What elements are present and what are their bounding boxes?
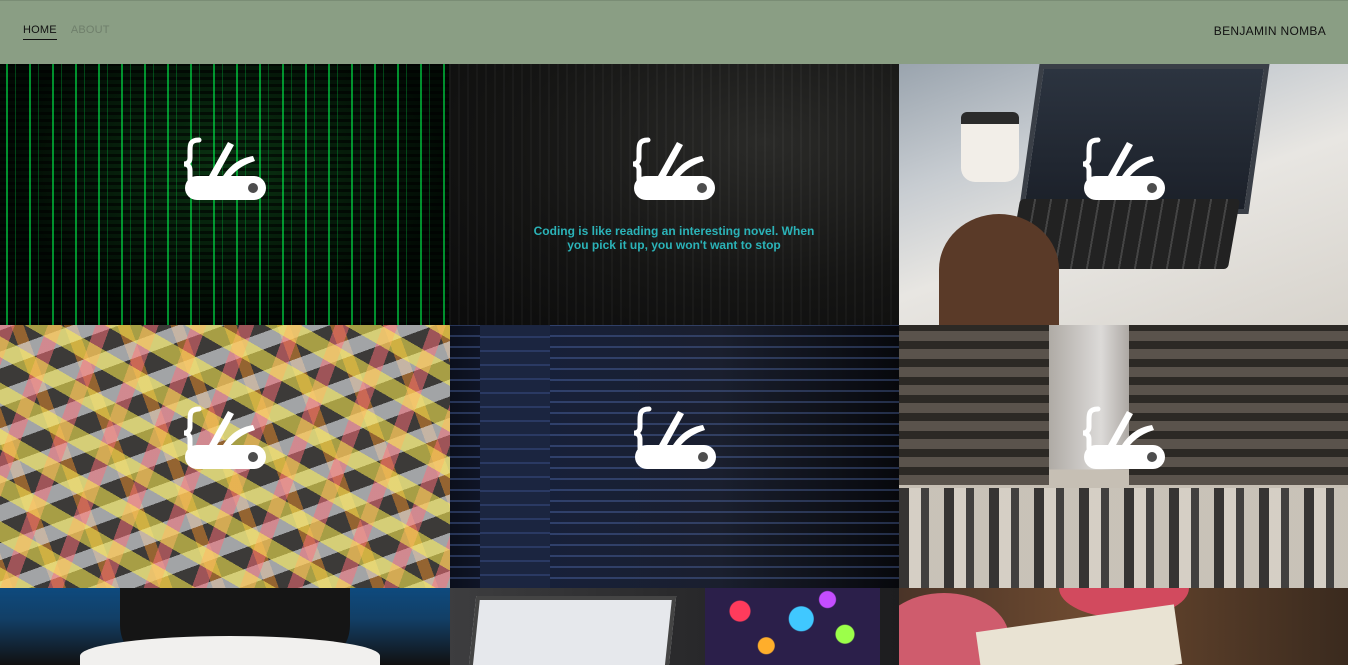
nav-links: HOME ABOUT xyxy=(23,24,110,40)
grid-tile-person-table[interactable] xyxy=(0,588,450,665)
tools-icon xyxy=(183,406,266,469)
tools-icon xyxy=(1082,406,1165,469)
editor-sidebar-shape xyxy=(480,325,550,588)
project-grid: Coding is like reading an interesting no… xyxy=(0,64,1348,665)
tools-icon xyxy=(183,137,266,200)
grid-tile-city-street[interactable] xyxy=(899,325,1348,588)
tools-icon xyxy=(633,406,716,469)
tile-background-image xyxy=(450,588,899,665)
top-navbar: HOME ABOUT BENJAMIN NOMBA xyxy=(0,0,1348,64)
grid-tile-library[interactable]: Coding is like reading an interesting no… xyxy=(449,64,899,325)
hand-shape xyxy=(939,214,1059,325)
tile-background-image xyxy=(899,588,1348,665)
nav-home-link[interactable]: HOME xyxy=(23,24,57,40)
nav-about-link[interactable]: ABOUT xyxy=(71,24,110,40)
coffee-cup-shape xyxy=(961,112,1019,182)
grid-tile-food-table[interactable] xyxy=(899,588,1348,665)
laptop-screen-shape xyxy=(467,596,677,665)
tools-icon xyxy=(632,137,715,200)
grid-tile-code-editor[interactable] xyxy=(450,325,899,588)
tools-icon xyxy=(1082,137,1165,200)
grid-tile-sticky-notes[interactable] xyxy=(0,325,450,588)
tile-quote-text: Coding is like reading an interesting no… xyxy=(533,224,815,252)
grid-tile-laptop-bokeh[interactable] xyxy=(450,588,899,665)
crowd-shape xyxy=(899,488,1348,588)
site-brand[interactable]: BENJAMIN NOMBA xyxy=(1214,24,1326,38)
bokeh-lights-shape xyxy=(705,588,880,665)
paper-shape xyxy=(975,604,1183,665)
grid-tile-matrix[interactable] xyxy=(0,64,449,325)
grid-tile-laptop[interactable] xyxy=(899,64,1348,325)
tile-background-image xyxy=(0,588,450,665)
building-left-shape xyxy=(899,325,1049,485)
